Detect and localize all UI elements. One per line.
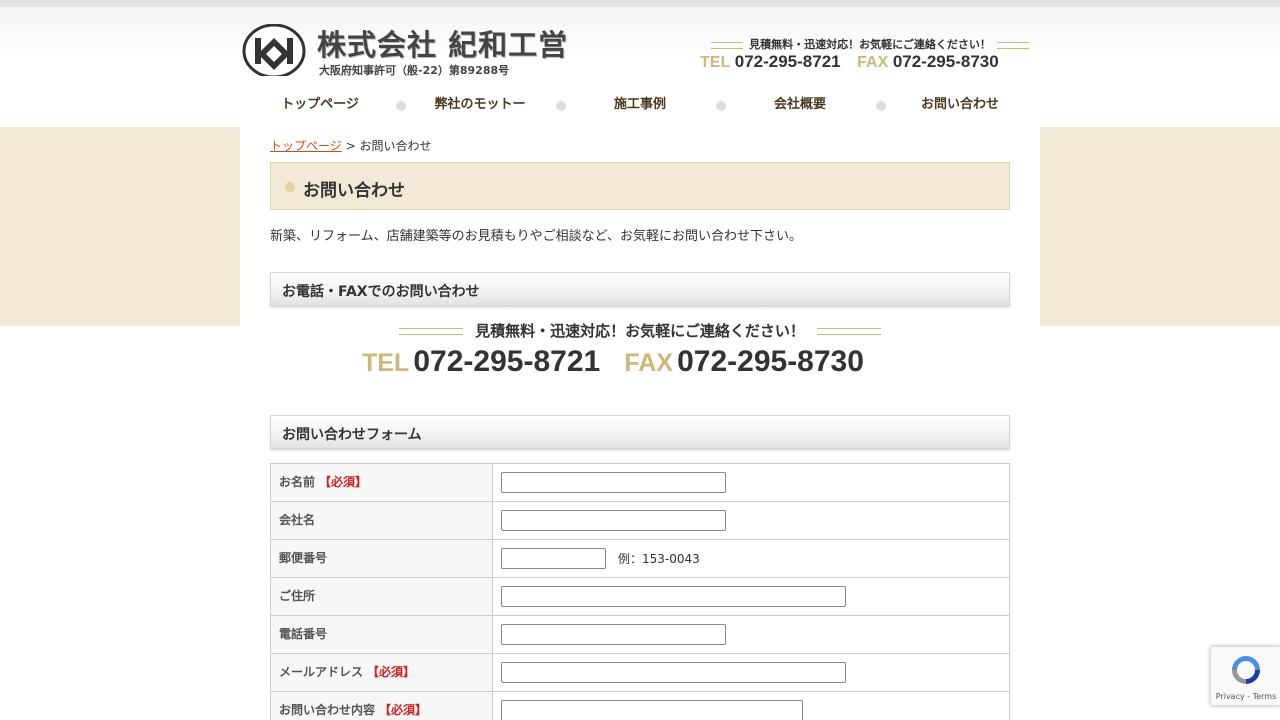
contact-form-table: お名前 【必須】 会社名 郵便番号 例：153-0043 ご住所 電話番号 メー… bbox=[270, 463, 1010, 720]
breadcrumb: トップページ > お問い合わせ bbox=[270, 137, 431, 154]
nav-item-label: 弊社のモットー bbox=[434, 97, 526, 112]
recaptcha-links[interactable]: Privacy - Terms bbox=[1211, 692, 1280, 701]
form-section-heading: お問い合わせフォーム bbox=[282, 427, 422, 443]
nav-item-top[interactable]: トップページ bbox=[240, 88, 406, 124]
form-row-inquiry: お問い合わせ内容 【必須】 bbox=[270, 691, 1010, 720]
form-row-name: お名前 【必須】 bbox=[270, 463, 1010, 502]
zip-label: 郵便番号 bbox=[279, 551, 328, 565]
nav-item-company[interactable]: 会社概要 bbox=[720, 88, 886, 124]
phone-input[interactable] bbox=[501, 624, 726, 645]
global-nav: トップページ 弊社のモットー 施工事例 会社概要 お問い合わせ bbox=[240, 88, 1040, 124]
recaptcha-badge[interactable]: Privacy - Terms bbox=[1210, 646, 1280, 706]
header-contact: 見積無料・迅速対応！お気軽にご連絡ください！ TEL 072-295-8721 … bbox=[700, 36, 1040, 76]
required-mark: 【必須】 bbox=[367, 665, 416, 679]
required-mark: 【必須】 bbox=[319, 475, 368, 489]
intro-text: 新築、リフォーム、店舗建築等のお見積もりやご相談など、お気軽にお問い合わせ下さい… bbox=[270, 229, 802, 244]
page-title: お問い合わせ bbox=[303, 181, 405, 201]
phone-numbers: TEL 072-295-8721 FAX 072-295-8730 bbox=[362, 345, 918, 379]
nav-item-works[interactable]: 施工事例 bbox=[560, 88, 726, 124]
phone-section-heading: お電話・FAXでのお問い合わせ bbox=[282, 284, 480, 300]
company-logo-mark-icon bbox=[242, 24, 306, 76]
company-label: 会社名 bbox=[279, 513, 316, 527]
form-row-company: 会社名 bbox=[270, 501, 1010, 540]
name-input[interactable] bbox=[501, 472, 726, 493]
header-fax-label: FAX bbox=[857, 54, 889, 71]
inquiry-textarea[interactable] bbox=[501, 700, 803, 720]
breadcrumb-separator: > bbox=[341, 139, 360, 153]
company-logo[interactable]: 株式会社 紀和工営 大阪府知事許可（般-22）第89288号 bbox=[242, 24, 592, 80]
nav-item-label: トップページ bbox=[281, 97, 359, 112]
email-label: メールアドレス bbox=[279, 665, 364, 679]
fax-number: 072-295-8730 bbox=[677, 345, 864, 378]
form-section-heading-box: お問い合わせフォーム bbox=[270, 415, 1010, 449]
tel-label: TEL bbox=[362, 349, 410, 377]
phone-contact-block: 見積無料・迅速対応！お気軽にご連絡ください！ TEL 072-295-8721 … bbox=[362, 320, 918, 380]
form-row-email: メールアドレス 【必須】 bbox=[270, 653, 1010, 692]
phone-section-heading-box: お電話・FAXでのお問い合わせ bbox=[270, 272, 1010, 306]
header-fax-number: 072-295-8730 bbox=[892, 52, 999, 71]
license-number: 大阪府知事許可（般-22）第89288号 bbox=[319, 64, 510, 77]
nav-item-label: 会社概要 bbox=[773, 97, 826, 112]
phone-catchphrase: 見積無料・迅速対応！お気軽にご連絡ください！ bbox=[362, 320, 918, 341]
page-title-box: お問い合わせ bbox=[270, 162, 1010, 210]
tel-number[interactable]: 072-295-8721 bbox=[413, 345, 600, 378]
nav-item-label: 施工事例 bbox=[613, 97, 666, 112]
header-catchphrase: 見積無料・迅速対応！お気軽にご連絡ください！ bbox=[700, 36, 1040, 52]
form-row-zip: 郵便番号 例：153-0043 bbox=[270, 539, 1010, 578]
email-input[interactable] bbox=[501, 662, 846, 683]
page-wrapper: 株式会社 紀和工営 大阪府知事許可（般-22）第89288号 見積無料・迅速対応… bbox=[240, 0, 1040, 720]
address-input[interactable] bbox=[501, 586, 846, 607]
main-content: トップページ > お問い合わせ お問い合わせ 新築、リフォーム、店舗建築等のお見… bbox=[240, 127, 1040, 720]
recaptcha-icon bbox=[1232, 656, 1260, 684]
site-header: 株式会社 紀和工営 大阪府知事許可（般-22）第89288号 見積無料・迅速対応… bbox=[240, 0, 1040, 127]
nav-item-motto[interactable]: 弊社のモットー bbox=[400, 88, 566, 124]
nav-item-label: お問い合わせ bbox=[920, 97, 999, 112]
company-input[interactable] bbox=[501, 510, 726, 531]
name-label: お名前 bbox=[279, 475, 316, 489]
address-label: ご住所 bbox=[279, 589, 316, 603]
nav-item-contact[interactable]: お問い合わせ bbox=[880, 88, 1040, 124]
phone-label: 電話番号 bbox=[279, 627, 328, 641]
header-tel-number[interactable]: 072-295-8721 bbox=[735, 52, 841, 71]
fax-label: FAX bbox=[624, 349, 673, 377]
form-row-phone: 電話番号 bbox=[270, 615, 1010, 654]
header-phone-numbers: TEL 072-295-8721 FAX 072-295-8730 bbox=[700, 52, 1040, 72]
title-bullet-icon bbox=[285, 182, 295, 192]
header-tel-label: TEL bbox=[700, 54, 731, 71]
form-row-address: ご住所 bbox=[270, 577, 1010, 616]
inquiry-label: お問い合わせ内容 bbox=[279, 703, 376, 717]
zip-input[interactable] bbox=[501, 548, 606, 569]
zip-example: 例：153-0043 bbox=[618, 552, 700, 566]
breadcrumb-home-link[interactable]: トップページ bbox=[270, 139, 342, 153]
required-mark: 【必須】 bbox=[379, 703, 428, 717]
breadcrumb-current: お問い合わせ bbox=[359, 139, 432, 153]
company-name: 株式会社 紀和工営 bbox=[317, 28, 569, 62]
